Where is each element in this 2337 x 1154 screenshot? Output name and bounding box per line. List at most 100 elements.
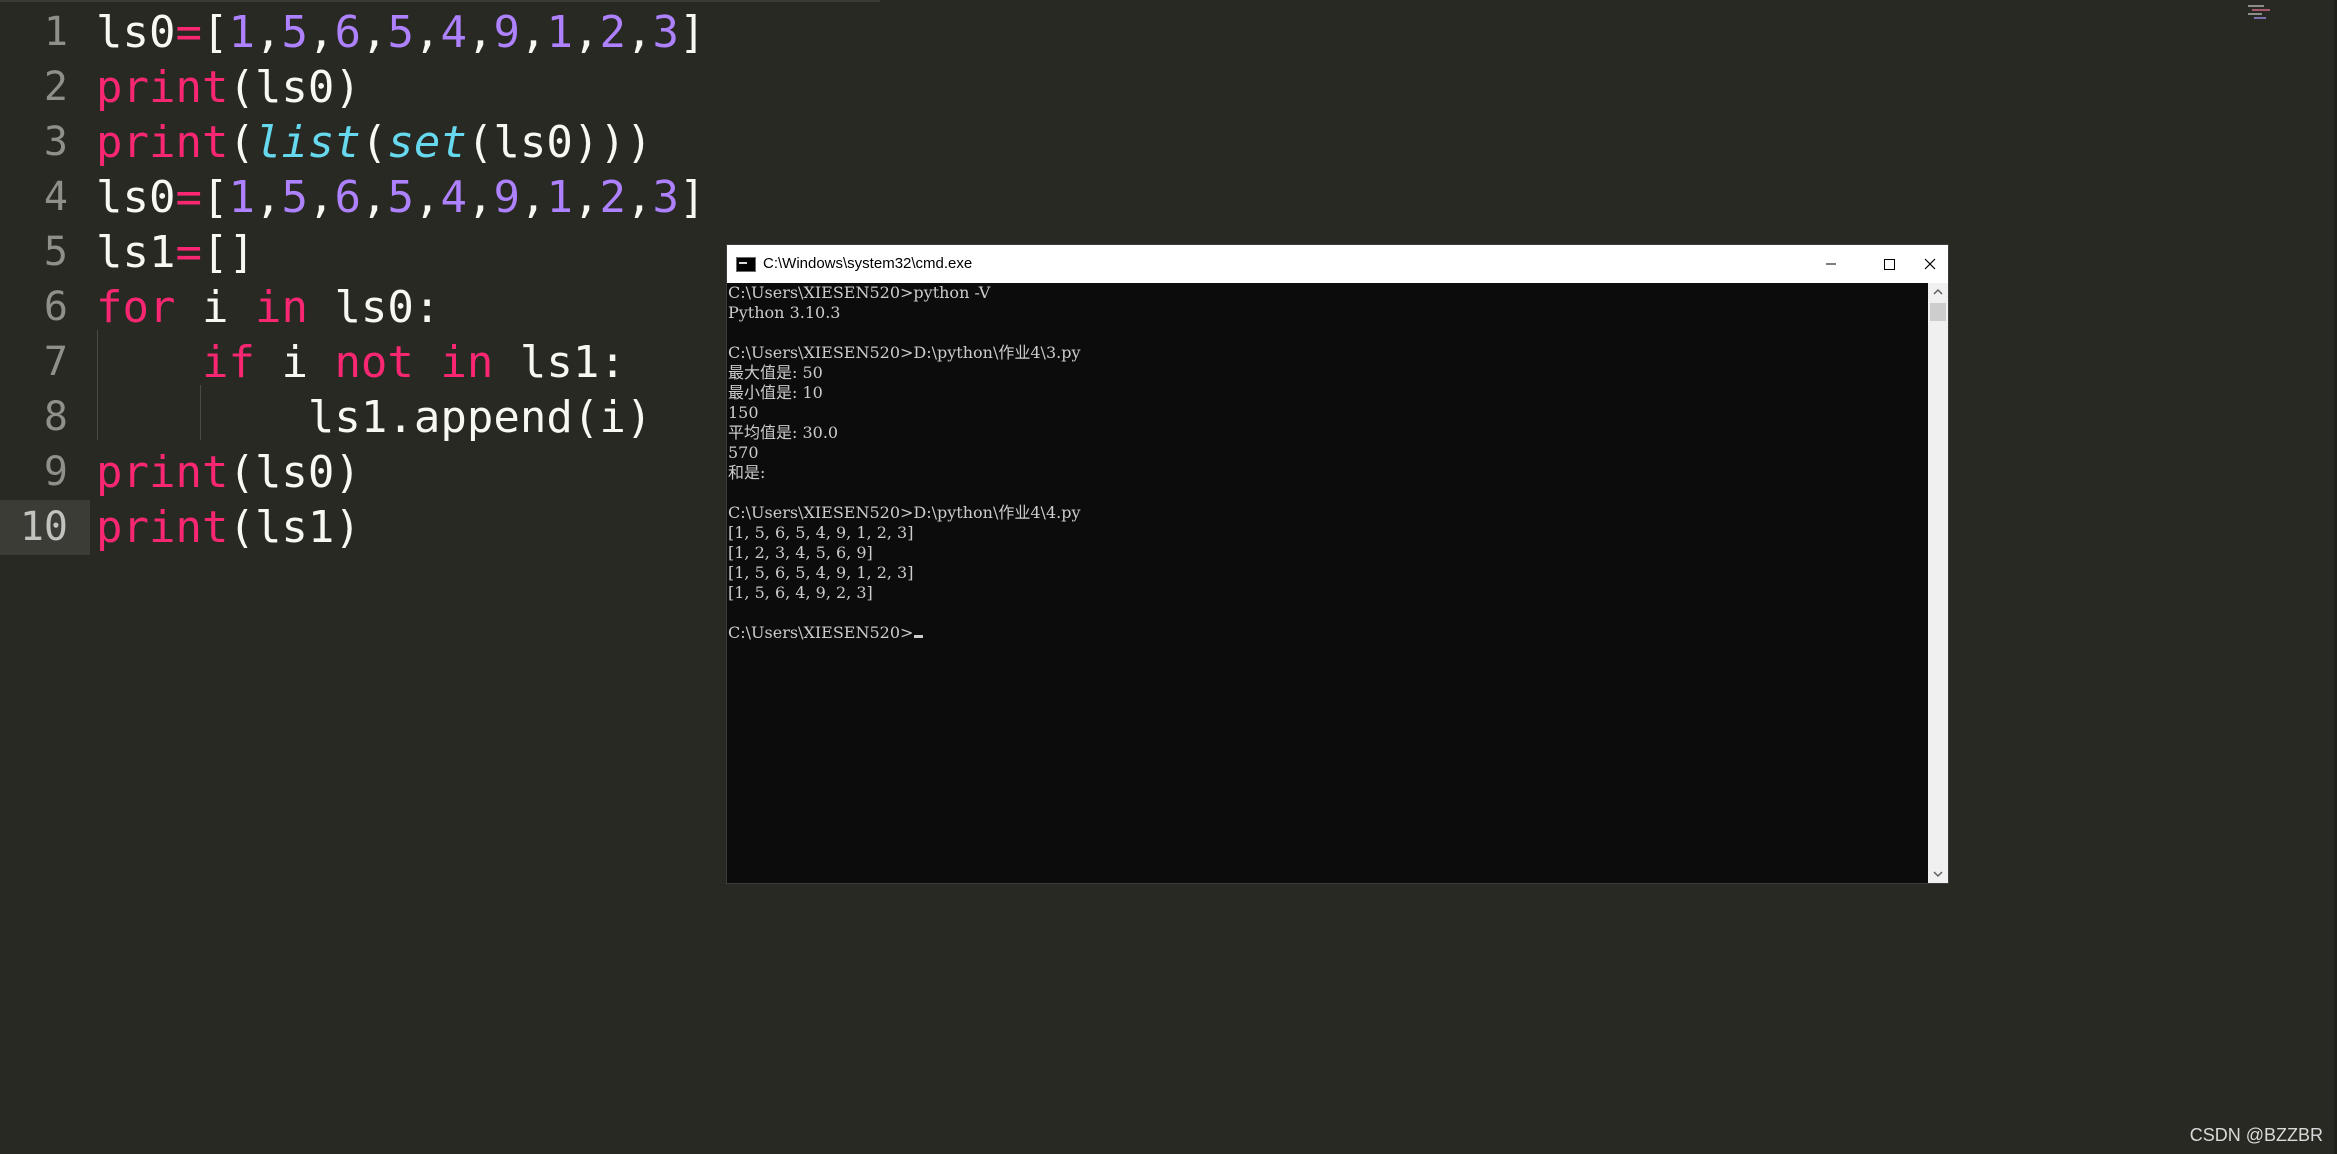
code-token: list xyxy=(254,117,361,168)
code-token: 2 xyxy=(599,172,626,223)
terminal-line: C:\Users\XIESEN520>D:\python\作业4\4.py xyxy=(728,503,1081,523)
code-token: ( xyxy=(360,117,388,168)
line-number-label: 3 xyxy=(43,119,68,165)
terminal-output[interactable]: C:\Users\XIESEN520>python -V Python 3.10.… xyxy=(727,283,1928,883)
terminal-line-text: 平均值是: 30.0 xyxy=(728,423,839,442)
code-line-10[interactable]: print(ls1) xyxy=(96,500,361,555)
cmd-window[interactable]: C:\Windows\system32\cmd.exe C:\Users\XIE… xyxy=(727,245,1948,883)
code-token: , xyxy=(413,7,441,58)
window-titlebar[interactable]: C:\Windows\system32\cmd.exe xyxy=(727,245,1948,283)
line-number-label: 10 xyxy=(19,504,68,550)
terminal-line: C:\Users\XIESEN520>python -V xyxy=(728,283,990,303)
terminal-line: 150 xyxy=(728,403,759,423)
terminal-line: C:\Users\XIESEN520>D:\python\作业4\3.py xyxy=(728,343,1081,363)
close-button[interactable] xyxy=(1918,245,1948,283)
line-number-2: 2 xyxy=(0,60,90,115)
code-token: 1 xyxy=(228,7,255,58)
terminal-line: [1, 5, 6, 5, 4, 9, 1, 2, 3] xyxy=(728,523,913,543)
terminal-line: C:\Users\XIESEN520> xyxy=(728,623,924,643)
terminal-line-text: [1, 5, 6, 5, 4, 9, 1, 2, 3] xyxy=(728,563,914,582)
code-token: , xyxy=(625,7,653,58)
code-token: 1 xyxy=(546,172,573,223)
cmd-app-icon[interactable] xyxy=(736,257,756,272)
minimap-icon[interactable] xyxy=(2248,4,2272,22)
code-token: (ls0) xyxy=(228,447,361,498)
code-line-4[interactable]: ls0=[1,5,6,5,4,9,1,2,3] xyxy=(96,170,705,225)
code-token: ls1 xyxy=(96,227,176,278)
code-token: 3 xyxy=(652,7,679,58)
line-number-10: 10 xyxy=(0,500,90,555)
terminal-scrollbar[interactable] xyxy=(1928,283,1948,883)
terminal-line-text: 最小值是: 10 xyxy=(728,383,823,402)
code-line-2[interactable]: print(ls0) xyxy=(96,60,361,115)
line-number-5: 5 xyxy=(0,225,90,280)
code-token: = xyxy=(175,7,202,58)
code-token: print xyxy=(96,502,229,553)
code-token: i xyxy=(175,282,255,333)
code-token: 6 xyxy=(334,172,361,223)
line-number-4: 4 xyxy=(0,170,90,225)
code-token: print xyxy=(96,447,229,498)
line-number-label: 6 xyxy=(43,284,68,330)
code-token: , xyxy=(307,172,335,223)
editor-top-border xyxy=(0,0,880,2)
code-token: , xyxy=(307,7,335,58)
scroll-up-button[interactable] xyxy=(1928,283,1948,301)
code-token: , xyxy=(254,172,282,223)
code-line-5[interactable]: ls1=[] xyxy=(96,225,255,280)
code-token: = xyxy=(175,172,202,223)
code-token: [ xyxy=(201,7,229,58)
code-token: 2 xyxy=(599,7,626,58)
code-token: i xyxy=(254,337,335,388)
chevron-up-icon xyxy=(1933,288,1943,295)
terminal-line-text: [1, 5, 6, 4, 9, 2, 3] xyxy=(728,583,873,602)
terminal-line: Python 3.10.3 xyxy=(728,303,840,323)
code-line-7[interactable]: if i not in ls1: xyxy=(96,335,626,390)
line-number-label: 7 xyxy=(43,339,68,385)
code-token: 1 xyxy=(228,172,255,223)
code-token: , xyxy=(625,172,653,223)
line-number-label: 5 xyxy=(43,229,68,275)
code-token: 5 xyxy=(387,7,414,58)
code-token: 4 xyxy=(440,172,467,223)
code-token: ls0 xyxy=(96,7,176,58)
code-token: ] xyxy=(678,7,706,58)
terminal-line-text: C:\Users\XIESEN520>D:\python\作业4\4.py xyxy=(728,503,1081,522)
terminal-line: [1, 2, 3, 4, 5, 6, 9] xyxy=(728,543,873,563)
terminal-line-text: C:\Users\XIESEN520> xyxy=(728,623,914,642)
code-token: (ls0) xyxy=(228,62,361,113)
code-token: ls1.append(i) xyxy=(96,392,653,443)
code-line-8[interactable]: ls1.append(i) xyxy=(96,390,652,445)
line-number-label: 4 xyxy=(43,174,68,220)
scroll-down-button[interactable] xyxy=(1928,865,1948,883)
minimize-button[interactable] xyxy=(1802,245,1860,283)
terminal-line-text: Python 3.10.3 xyxy=(728,303,841,322)
code-token: 9 xyxy=(493,172,520,223)
line-number-9: 9 xyxy=(0,445,90,500)
code-token: print xyxy=(96,117,229,168)
code-token: 5 xyxy=(281,172,308,223)
code-token: set xyxy=(387,117,467,168)
code-line-1[interactable]: ls0=[1,5,6,5,4,9,1,2,3] xyxy=(96,5,705,60)
code-token: , xyxy=(360,172,388,223)
maximize-button[interactable] xyxy=(1860,245,1918,283)
terminal-line: 最小值是: 10 xyxy=(728,383,823,403)
scrollbar-thumb[interactable] xyxy=(1930,303,1946,321)
code-line-6[interactable]: for i in ls0: xyxy=(96,280,440,335)
watermark: CSDN @BZZBR xyxy=(2189,1125,2323,1145)
window-title: C:\Windows\system32\cmd.exe xyxy=(763,255,973,272)
code-token: , xyxy=(254,7,282,58)
code-token: , xyxy=(413,172,441,223)
code-token: 4 xyxy=(440,7,467,58)
code-line-3[interactable]: print(list(set(ls0))) xyxy=(96,115,652,170)
terminal-line: 和是: xyxy=(728,463,765,483)
code-line-9[interactable]: print(ls0) xyxy=(96,445,361,500)
code-token: , xyxy=(466,7,494,58)
code-token: if xyxy=(201,337,255,388)
terminal-line: 570 xyxy=(728,443,759,463)
line-number-7: 7 xyxy=(0,335,90,390)
text-cursor xyxy=(914,635,924,638)
code-token: 9 xyxy=(493,7,520,58)
